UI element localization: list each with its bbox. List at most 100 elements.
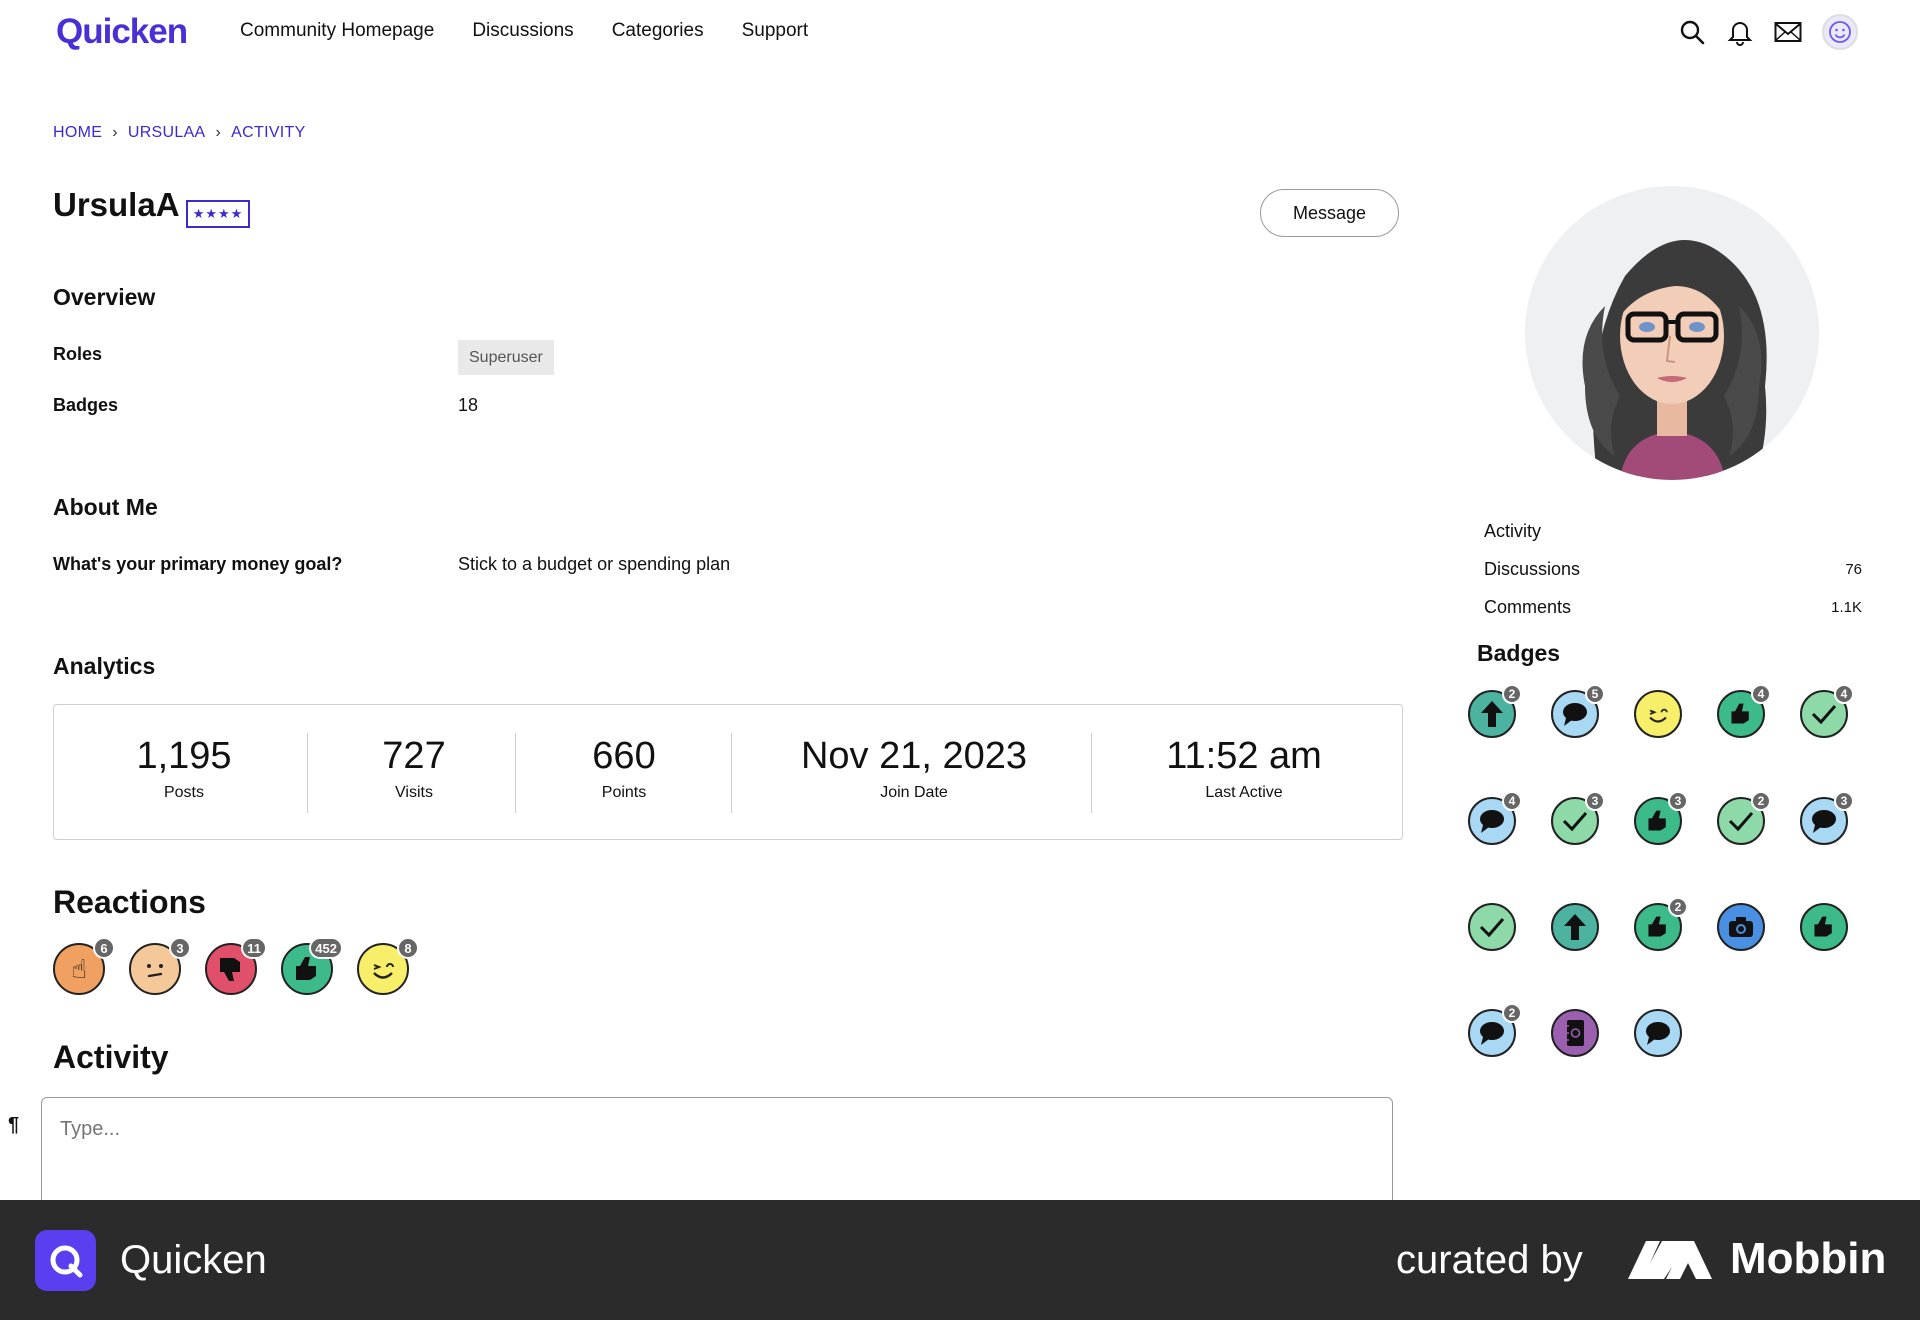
- top-nav: Quicken Community Homepage Discussions C…: [0, 0, 1920, 68]
- stat-value: 660: [592, 735, 656, 777]
- badge-count: 2: [1502, 684, 1522, 704]
- badge-item[interactable]: [1717, 903, 1765, 951]
- reaction-count: 452: [309, 937, 343, 959]
- sidebar-row-label: Discussions: [1484, 558, 1581, 579]
- quicken-app-icon: [35, 1230, 96, 1291]
- role-chip: Superuser: [458, 340, 554, 375]
- badge-item[interactable]: [1468, 903, 1516, 951]
- thumbs-up-icon: [1800, 903, 1848, 951]
- badge-item[interactable]: [1634, 1009, 1682, 1057]
- stat-visits: 727 Visits: [314, 735, 514, 802]
- badge-item[interactable]: 3: [1800, 791, 1854, 845]
- badges-label: Badges: [53, 395, 119, 415]
- badge-count: 3: [1668, 791, 1688, 811]
- badge-item[interactable]: 4: [1800, 684, 1854, 738]
- nav-link-support[interactable]: Support: [742, 20, 809, 42]
- badge-count: 2: [1751, 791, 1771, 811]
- stat-last-active: 11:52 am Last Active: [1114, 735, 1374, 802]
- badge-item[interactable]: 4: [1717, 684, 1771, 738]
- rank-badge[interactable]: ★★★★: [186, 200, 250, 228]
- mobbin-logo: Mobbin: [1626, 1234, 1886, 1284]
- badge-count: 2: [1668, 897, 1688, 917]
- stat-posts: 1,195 Posts: [84, 735, 284, 802]
- profile-username: UrsulaA: [53, 186, 180, 223]
- reactions-heading: Reactions: [53, 884, 206, 920]
- sidebar-activity-heading: Activity: [1484, 512, 1862, 550]
- mobbin-wordmark: Mobbin: [1730, 1234, 1887, 1283]
- badge-item[interactable]: [1551, 903, 1599, 951]
- reaction-count: 3: [169, 937, 191, 959]
- mail-icon[interactable]: [1774, 18, 1802, 46]
- badges-count: 18: [458, 395, 479, 415]
- reaction-item[interactable]: 8: [357, 937, 419, 997]
- badge-item[interactable]: 5: [1551, 684, 1605, 738]
- speech-bubble-icon: [1634, 1009, 1682, 1057]
- stat-label: Visits: [395, 784, 433, 801]
- badge-item[interactable]: 3: [1634, 791, 1688, 845]
- sidebar-badges-heading: Badges: [1477, 640, 1561, 666]
- reaction-item[interactable]: 11: [205, 937, 267, 997]
- stat-label: Last Active: [1205, 784, 1283, 801]
- user-avatar-menu[interactable]: [1822, 14, 1858, 50]
- badge-item[interactable]: [1800, 903, 1848, 951]
- badge-item[interactable]: 4: [1468, 791, 1522, 845]
- badge-count: 4: [1834, 684, 1854, 704]
- badge-item[interactable]: [1634, 690, 1682, 738]
- stat-divider: [731, 733, 732, 813]
- stat-value: 727: [382, 735, 446, 777]
- nav-link-discussions[interactable]: Discussions: [472, 20, 573, 42]
- roles-label: Roles: [53, 344, 103, 364]
- reactions-list: ☝ 6 3 11 452 8: [53, 937, 419, 997]
- curated-by-text: curated by: [1396, 1238, 1583, 1282]
- money-goal-question: What's your primary money goal?: [53, 554, 343, 574]
- reaction-item[interactable]: 452: [281, 937, 343, 997]
- reaction-count: 6: [93, 937, 115, 959]
- stat-label: Points: [601, 784, 647, 801]
- badge-count: 4: [1502, 791, 1522, 811]
- nav-link-community-homepage[interactable]: Community Homepage: [240, 20, 434, 42]
- reaction-item[interactable]: ☝ 6: [53, 937, 115, 997]
- analytics-panel: 1,195 Posts 727 Visits 660 Points Nov 21…: [53, 704, 1403, 840]
- breadcrumb-user[interactable]: URSULAA: [128, 124, 206, 142]
- stat-value: Nov 21, 2023: [800, 735, 1028, 777]
- notification-bell-icon[interactable]: [1726, 18, 1754, 46]
- badge-item[interactable]: 2: [1634, 897, 1688, 951]
- activity-input[interactable]: [42, 1098, 1392, 1161]
- sidebar-activity-label: Activity: [1484, 520, 1542, 541]
- footer-app-name: Quicken: [120, 1238, 267, 1282]
- badge-item[interactable]: 2: [1717, 791, 1771, 845]
- badge-count: 3: [1585, 791, 1605, 811]
- money-goal-answer: Stick to a budget or spending plan: [458, 554, 731, 574]
- profile-photo: [1525, 186, 1819, 480]
- stat-label: Posts: [163, 784, 204, 801]
- breadcrumb-home[interactable]: HOME: [53, 124, 102, 142]
- stat-value: 1,195: [136, 735, 232, 777]
- footer-bar: Quicken curated by Mobbin: [0, 1200, 1920, 1320]
- search-icon[interactable]: [1678, 18, 1706, 46]
- smiley-icon: [1829, 21, 1851, 43]
- activity-heading: Activity: [53, 1039, 169, 1075]
- badge-count: 3: [1834, 791, 1854, 811]
- nav-link-categories[interactable]: Categories: [612, 20, 704, 42]
- stat-divider: [1091, 733, 1092, 813]
- stat-value: 11:52 am: [1166, 735, 1322, 777]
- stat-label: Join Date: [880, 784, 948, 801]
- badge-item[interactable]: 2: [1468, 684, 1522, 738]
- sidebar-row-discussions[interactable]: Discussions 76: [1484, 550, 1862, 588]
- reaction-item[interactable]: 3: [129, 937, 191, 997]
- analytics-heading: Analytics: [53, 653, 156, 679]
- sidebar-row-comments[interactable]: Comments 1.1K: [1484, 588, 1862, 626]
- stat-divider: [515, 733, 516, 813]
- breadcrumb-activity[interactable]: ACTIVITY: [231, 124, 305, 142]
- address-book-icon: [1551, 1009, 1599, 1057]
- badge-item[interactable]: 3: [1551, 791, 1605, 845]
- sidebar-row-value: 76: [1845, 560, 1862, 578]
- nav-icons: [1678, 14, 1858, 50]
- quicken-logo[interactable]: Quicken: [56, 12, 188, 52]
- badge-item[interactable]: [1551, 1009, 1599, 1057]
- badge-item[interactable]: 2: [1468, 1003, 1522, 1057]
- camera-icon: [1717, 903, 1765, 951]
- message-button[interactable]: Message: [1260, 189, 1399, 237]
- paragraph-format-icon[interactable]: ¶: [8, 1114, 19, 1137]
- reaction-count: 11: [241, 937, 267, 959]
